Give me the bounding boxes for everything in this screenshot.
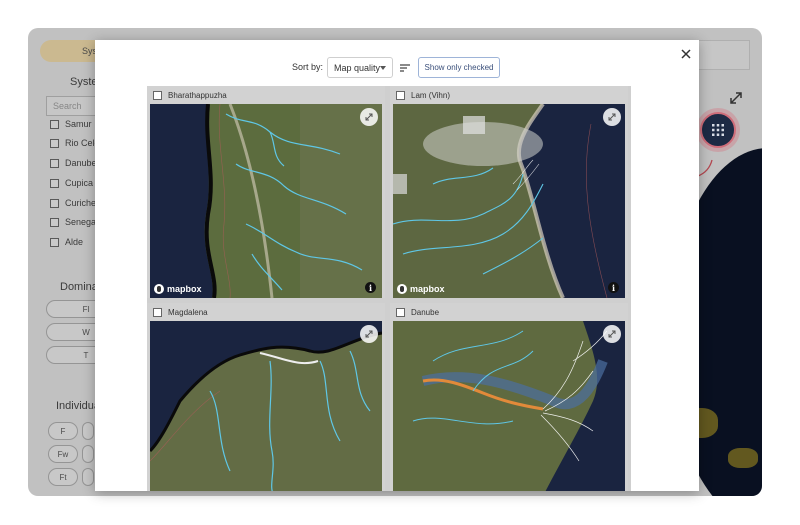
caret-down-icon bbox=[380, 66, 386, 70]
card-map-image[interactable]: mapbox i bbox=[150, 104, 382, 298]
expand-map-button[interactable] bbox=[603, 108, 621, 126]
expand-icon bbox=[365, 330, 373, 338]
sort-toolbar: Sort by: Map quality Show only checked bbox=[95, 57, 699, 79]
expand-icon[interactable] bbox=[728, 90, 744, 106]
card-header: Magdalena bbox=[147, 303, 385, 321]
expand-map-button[interactable] bbox=[603, 325, 621, 343]
map-card-lam-vihn: Lam (Vihn) mapbox i bbox=[390, 86, 628, 298]
card-title: Lam (Vihn) bbox=[411, 90, 450, 100]
satellite-map bbox=[393, 321, 625, 491]
info-icon[interactable]: i bbox=[365, 282, 376, 293]
card-checkbox[interactable] bbox=[396, 307, 405, 317]
expand-map-button[interactable] bbox=[360, 108, 378, 126]
map-card-magdalena: Magdalena bbox=[147, 303, 385, 491]
sort-label: Sort by: bbox=[292, 62, 324, 72]
card-header: Danube bbox=[390, 303, 628, 321]
card-checkbox[interactable] bbox=[396, 90, 405, 100]
card-title: Danube bbox=[411, 307, 440, 317]
mapbox-logo-icon bbox=[154, 284, 164, 294]
mapbox-logo-icon bbox=[397, 284, 407, 294]
satellite-map bbox=[393, 104, 625, 298]
card-map-image[interactable]: mapbox i bbox=[393, 104, 625, 298]
card-map-image[interactable] bbox=[150, 321, 382, 491]
card-title: Magdalena bbox=[168, 307, 208, 317]
satellite-map bbox=[150, 321, 382, 491]
mapbox-logo: mapbox bbox=[397, 284, 445, 294]
card-checkbox[interactable] bbox=[153, 307, 162, 317]
map-card-bharathappuzha: Bharathappuzha mapbox i bbox=[147, 86, 385, 298]
satellite-map bbox=[150, 104, 382, 298]
sort-direction-icon[interactable] bbox=[399, 62, 411, 74]
card-map-image[interactable] bbox=[393, 321, 625, 491]
sort-select[interactable]: Map quality bbox=[327, 57, 393, 78]
info-icon[interactable]: i bbox=[608, 282, 619, 293]
grid-icon bbox=[712, 124, 724, 136]
show-only-checked-button[interactable]: Show only checked bbox=[418, 57, 500, 78]
expand-icon bbox=[608, 330, 616, 338]
map-gallery-modal: Sort by: Map quality Show only checked B… bbox=[95, 40, 699, 491]
expand-map-button[interactable] bbox=[360, 325, 378, 343]
expand-icon bbox=[365, 113, 373, 121]
map-card-danube: Danube bbox=[390, 303, 628, 491]
grid-view-button[interactable] bbox=[700, 112, 736, 148]
card-checkbox[interactable] bbox=[153, 90, 162, 100]
expand-icon bbox=[608, 113, 616, 121]
card-header: Lam (Vihn) bbox=[390, 86, 628, 104]
map-grid: Bharathappuzha mapbox i Lam (Vihn) mapbo… bbox=[147, 86, 631, 491]
mapbox-logo: mapbox bbox=[154, 284, 202, 294]
card-title: Bharathappuzha bbox=[168, 90, 227, 100]
card-header: Bharathappuzha bbox=[147, 86, 385, 104]
